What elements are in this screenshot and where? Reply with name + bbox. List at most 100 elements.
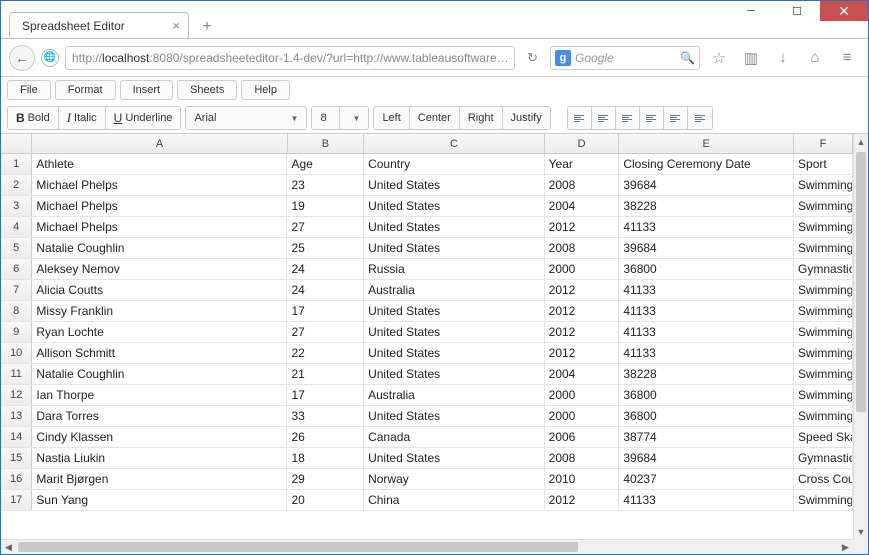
cell[interactable]: 2000 xyxy=(545,406,620,426)
column-header-E[interactable]: E xyxy=(619,134,794,153)
cell[interactable]: Swimming xyxy=(794,385,853,405)
menu-format[interactable]: Format xyxy=(55,80,116,100)
column-header-A[interactable]: A xyxy=(32,134,287,153)
font-size-dropdown[interactable]: ▼ xyxy=(340,107,368,129)
cell[interactable]: Cross Country xyxy=(794,469,853,489)
cell[interactable]: 2012 xyxy=(545,217,620,237)
cell[interactable]: 39684 xyxy=(619,238,794,258)
cell[interactable]: Swimming xyxy=(794,322,853,342)
cell[interactable]: 39684 xyxy=(619,448,794,468)
cell[interactable]: 2008 xyxy=(545,238,620,258)
cell[interactable]: United States xyxy=(364,364,545,384)
menu-help[interactable]: Help xyxy=(241,80,290,100)
indent-increase-button[interactable] xyxy=(664,107,688,129)
row-header[interactable]: 15 xyxy=(1,448,32,468)
cell[interactable]: 27 xyxy=(287,322,364,342)
cell[interactable]: 2010 xyxy=(545,469,620,489)
cell[interactable]: 21 xyxy=(287,364,364,384)
cell[interactable]: Michael Phelps xyxy=(32,196,287,216)
horizontal-scroll-thumb[interactable] xyxy=(18,542,578,552)
cell[interactable]: Swimming xyxy=(794,280,853,300)
cell[interactable]: 33 xyxy=(287,406,364,426)
cell[interactable]: 29 xyxy=(287,469,364,489)
cell[interactable]: Gymnastics xyxy=(794,259,853,279)
cell[interactable]: United States xyxy=(364,406,545,426)
cell[interactable]: Swimming xyxy=(794,364,853,384)
bold-button[interactable]: BBold xyxy=(8,107,59,129)
cell[interactable]: 38774 xyxy=(619,427,794,447)
cell[interactable]: Australia xyxy=(364,385,545,405)
cell[interactable]: United States xyxy=(364,343,545,363)
cell[interactable]: 41133 xyxy=(619,301,794,321)
cell[interactable]: Sun Yang xyxy=(32,490,287,510)
cell[interactable]: Ian Thorpe xyxy=(32,385,287,405)
row-header[interactable]: 3 xyxy=(1,196,32,216)
wrap-text-button[interactable] xyxy=(688,107,712,129)
font-size-select[interactable]: 8 xyxy=(312,107,340,129)
row-header[interactable]: 10 xyxy=(1,343,32,363)
cell[interactable]: Natalie Coughlin xyxy=(32,238,287,258)
cell[interactable]: Age xyxy=(287,154,364,174)
cell[interactable]: Dara Torres xyxy=(32,406,287,426)
cell[interactable]: Country xyxy=(364,154,545,174)
cell[interactable]: 17 xyxy=(287,301,364,321)
cell[interactable]: Michael Phelps xyxy=(32,175,287,195)
cell[interactable]: Marit Bjørgen xyxy=(32,469,287,489)
cell[interactable]: 2006 xyxy=(545,427,620,447)
row-header[interactable]: 9 xyxy=(1,322,32,342)
cell[interactable]: 38228 xyxy=(619,364,794,384)
cell[interactable]: 2000 xyxy=(545,259,620,279)
bookmark-star-icon[interactable]: ☆ xyxy=(706,45,732,71)
cell[interactable]: United States xyxy=(364,448,545,468)
vertical-scroll-thumb[interactable] xyxy=(856,152,866,412)
cell[interactable]: 2004 xyxy=(545,364,620,384)
cell[interactable]: 18 xyxy=(287,448,364,468)
cell[interactable]: Natalie Coughlin xyxy=(32,364,287,384)
scroll-down-arrow[interactable]: ▼ xyxy=(854,524,868,539)
align-left-button[interactable]: Left xyxy=(374,107,409,129)
font-family-select[interactable]: Arial▼ xyxy=(186,107,306,129)
cell[interactable]: United States xyxy=(364,301,545,321)
cell[interactable]: 27 xyxy=(287,217,364,237)
cell[interactable]: Closing Ceremony Date xyxy=(619,154,794,174)
menu-icon[interactable]: ≡ xyxy=(834,45,860,71)
cell[interactable]: 2012 xyxy=(545,343,620,363)
scroll-right-arrow[interactable]: ▶ xyxy=(838,540,853,554)
cell[interactable]: 2004 xyxy=(545,196,620,216)
reload-button[interactable]: ↻ xyxy=(521,50,544,66)
valign-bottom-button[interactable] xyxy=(616,107,640,129)
cell[interactable]: Swimming xyxy=(794,301,853,321)
cell[interactable]: Sport xyxy=(794,154,853,174)
row-header[interactable]: 8 xyxy=(1,301,32,321)
valign-middle-button[interactable] xyxy=(592,107,616,129)
row-header[interactable]: 2 xyxy=(1,175,32,195)
cell[interactable]: 22 xyxy=(287,343,364,363)
indent-decrease-button[interactable] xyxy=(640,107,664,129)
cell[interactable]: 24 xyxy=(287,259,364,279)
cell[interactable]: Russia xyxy=(364,259,545,279)
cell[interactable]: United States xyxy=(364,217,545,237)
align-right-button[interactable]: Right xyxy=(460,107,503,129)
row-header[interactable]: 6 xyxy=(1,259,32,279)
menu-file[interactable]: File xyxy=(7,80,51,100)
cell[interactable]: 2012 xyxy=(545,490,620,510)
column-header-D[interactable]: D xyxy=(545,134,620,153)
row-header[interactable]: 12 xyxy=(1,385,32,405)
italic-button[interactable]: IItalic xyxy=(59,107,106,129)
tab-close-icon[interactable]: × xyxy=(172,18,180,33)
cell[interactable]: 36800 xyxy=(619,406,794,426)
site-identity-icon[interactable]: 🌐 xyxy=(41,49,59,67)
cell[interactable]: Swimming xyxy=(794,217,853,237)
cell[interactable]: Speed Skating xyxy=(794,427,853,447)
cell[interactable]: Ryan Lochte xyxy=(32,322,287,342)
cell[interactable]: Swimming xyxy=(794,343,853,363)
cell[interactable]: Allison Schmitt xyxy=(32,343,287,363)
align-justify-button[interactable]: Justify xyxy=(503,107,550,129)
cell[interactable]: Nastia Liukin xyxy=(32,448,287,468)
cell[interactable]: Michael Phelps xyxy=(32,217,287,237)
cell[interactable]: 2012 xyxy=(545,322,620,342)
window-close-button[interactable]: ✕ xyxy=(820,1,868,21)
cell[interactable]: Swimming xyxy=(794,238,853,258)
cell[interactable]: China xyxy=(364,490,545,510)
cell[interactable]: 2012 xyxy=(545,301,620,321)
